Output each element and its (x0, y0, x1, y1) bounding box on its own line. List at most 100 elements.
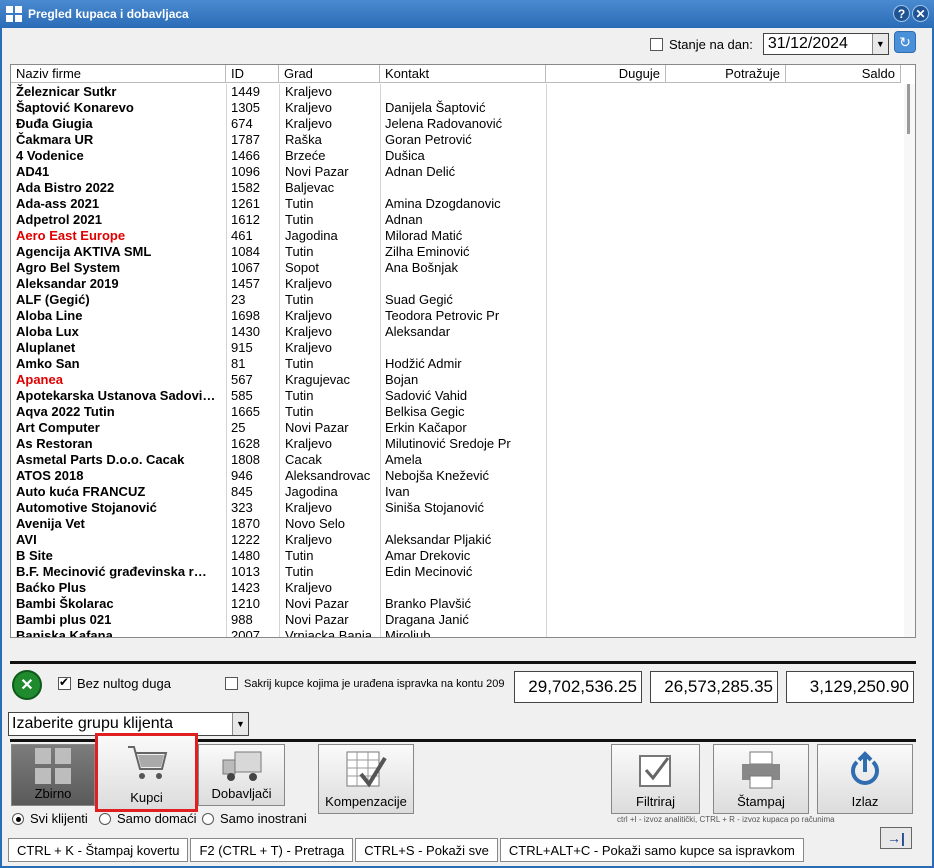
checkbox-filter-icon (636, 745, 676, 794)
table-row[interactable]: Aleksandar 2019 1457 Kraljevo (11, 276, 904, 292)
table-row[interactable]: Asmetal Parts D.o.o. Cacak 1808 Cacak Amela (11, 452, 904, 468)
table-row[interactable]: B Site 1480 Tutin Amar Drekovic (11, 548, 904, 564)
col-header-potrazuje[interactable]: Potražuje (666, 65, 786, 83)
table-row[interactable]: ATOS 2018 946 Aleksandrovac Nebojša Kneževi… (11, 468, 904, 484)
col-header-id[interactable]: ID (226, 65, 279, 83)
table-row[interactable]: Art Computer 25 Novi Pazar Erkin Kačapor (11, 420, 904, 436)
table-row[interactable]: Đuđa Giugia 674 Kraljevo Jelena Radovanović (11, 116, 904, 132)
radio-foreign-dot[interactable] (202, 812, 214, 825)
cell-name: Ada Bistro 2022 (16, 180, 115, 195)
radio-foreign[interactable]: Samo inostrani (202, 811, 307, 826)
table-row[interactable]: Aero East Europe 461 Jagodina Milorad Matić (11, 228, 904, 244)
col-header-city[interactable]: Grad (279, 65, 380, 83)
radio-domestic-dot[interactable] (99, 812, 111, 825)
table-row[interactable]: Amko San 81 Tutin Hodžić Admir (11, 356, 904, 372)
help-button[interactable]: ? (893, 5, 910, 22)
cell-contact: Belkisa Gegic (385, 404, 465, 419)
clients-grid[interactable]: Naziv firme ID Grad Kontakt Duguje Potra… (10, 64, 916, 638)
refresh-button[interactable]: ↻ (894, 31, 916, 53)
cell-id: 1067 (231, 260, 260, 275)
table-row[interactable]: B.F. Mecinović građevinska r… 1013 Tutin Ed… (11, 564, 904, 580)
cell-city: Kraljevo (285, 276, 332, 291)
title-bar: Pregled kupaca i dobavljaca ? ✕ (0, 0, 934, 28)
table-row[interactable]: AVI 1222 Kraljevo Aleksandar Pljakić (11, 532, 904, 548)
grid-body: Železnicar Sutkr 1449 Kraljevo Šaptović Kon… (11, 84, 904, 637)
cell-name: As Restoran (16, 436, 93, 451)
zero-debt-label: Bez nultog duga (77, 676, 171, 691)
table-row[interactable]: Apanea 567 Kragujevac Bojan (11, 372, 904, 388)
table-row[interactable]: Aloba Line 1698 Kraljevo Teodora Petrovic P… (11, 308, 904, 324)
table-row[interactable]: Apotekarska Ustanova Sadovi… 585 Tutin Sado… (11, 388, 904, 404)
scrollbar-thumb[interactable] (907, 84, 910, 134)
table-row[interactable]: Železnicar Sutkr 1449 Kraljevo (11, 84, 904, 100)
filtriraj-button[interactable]: Filtriraj (611, 744, 700, 814)
table-row[interactable]: Ada-ass 2021 1261 Tutin Amina Dzogdanovic (11, 196, 904, 212)
table-row[interactable]: Automotive Stojanović 323 Kraljevo Siniša S… (11, 500, 904, 516)
exit-arrow-button[interactable]: →| (880, 827, 912, 849)
table-row[interactable]: Čakmara UR 1787 Raška Goran Petrović (11, 132, 904, 148)
cell-city: Novi Pazar (285, 420, 349, 435)
table-row[interactable]: As Restoran 1628 Kraljevo Milutinović Sredo… (11, 436, 904, 452)
date-picker[interactable]: 31/12/2024 ▼ (762, 33, 889, 55)
zbirno-label: Zbirno (34, 786, 72, 801)
table-row[interactable]: Šaptović Konarevo 1305 Kraljevo Danijela Ša… (11, 100, 904, 116)
cell-name: Aero East Europe (16, 228, 126, 243)
izlaz-label: Izlaz (851, 794, 879, 809)
export-hint: ctrl +I - izvoz analitički, CTRL + R - i… (617, 815, 835, 824)
table-row[interactable]: Baćko Plus 1423 Kraljevo (11, 580, 904, 596)
excel-export-icon[interactable]: ✕ (12, 670, 42, 700)
dobavljaci-button[interactable]: Dobavljači (198, 744, 285, 806)
table-row[interactable]: Bambi plus 021 988 Novi Pazar Dragana Janić (11, 612, 904, 628)
table-row[interactable]: Aloba Lux 1430 Kraljevo Aleksandar (11, 324, 904, 340)
radio-domestic[interactable]: Samo domaći (99, 811, 196, 826)
zbirno-button[interactable]: Zbirno (11, 744, 95, 806)
zero-debt-checkbox[interactable] (58, 675, 71, 690)
table-row[interactable]: Bambi Školarac 1210 Novi Pazar Branko Plavš… (11, 596, 904, 612)
table-row[interactable]: Adpetrol 2021 1612 Tutin Adnan (11, 212, 904, 228)
col-header-contact[interactable]: Kontakt (380, 65, 546, 83)
cell-contact (385, 180, 545, 196)
table-row[interactable]: 4 Vodenice 1466 Brzeće Dušica (11, 148, 904, 164)
table-row[interactable]: Aqva 2022 Tutin 1665 Tutin Belkisa Gegic (11, 404, 904, 420)
cell-city: Vrnjacka Banja (285, 628, 372, 637)
cell-contact: Milutinović Sredoje Pr (385, 436, 511, 451)
cell-contact: Sadović Vahid (385, 388, 468, 403)
date-filter-checkbox[interactable] (650, 37, 663, 51)
status-search: F2 (CTRL + T) - Pretraga (190, 838, 354, 862)
delivery-truck-icon (219, 745, 265, 786)
table-row[interactable]: Ada Bistro 2022 1582 Baljevac (11, 180, 904, 196)
table-row[interactable]: ALF (Gegić) 23 Tutin Suad Gegić (11, 292, 904, 308)
col-header-duguje[interactable]: Duguje (546, 65, 666, 83)
hide-corrected-checkbox[interactable] (225, 677, 238, 690)
vertical-scrollbar[interactable] (904, 84, 915, 637)
radio-all-clients[interactable]: Svi klijenti (12, 811, 88, 826)
hide-corrected-option[interactable]: Sakrij kupce kojima je urađena ispravka … (225, 677, 504, 690)
table-row[interactable]: Agro Bel System 1067 Sopot Ana Bošnjak (11, 260, 904, 276)
table-row[interactable]: Aluplanet 915 Kraljevo (11, 340, 904, 356)
cell-city: Kraljevo (285, 340, 332, 355)
close-button[interactable]: ✕ (912, 5, 929, 22)
table-row[interactable]: Avenija Vet 1870 Novo Selo (11, 516, 904, 532)
kompenzacije-button[interactable]: Kompenzacije (318, 744, 414, 814)
table-row[interactable]: Agencija AKTIVA SML 1084 Tutin Zilha Eminov… (11, 244, 904, 260)
izlaz-button[interactable]: Izlaz (817, 744, 913, 814)
hide-corrected-label: Sakrij kupce kojima je urađena ispravka … (244, 677, 505, 690)
chevron-down-icon[interactable]: ▼ (232, 713, 248, 735)
table-row[interactable]: Auto kuća FRANCUZ 845 Jagodina Ivan (11, 484, 904, 500)
cell-id: 1449 (231, 84, 260, 99)
cell-id: 1096 (231, 164, 260, 179)
radio-all-clients-dot[interactable] (12, 812, 24, 825)
cell-name: Amko San (16, 356, 80, 371)
col-header-name[interactable]: Naziv firme (11, 65, 226, 83)
zero-debt-option[interactable]: Bez nultog duga (58, 675, 171, 691)
kupci-button[interactable]: Kupci (95, 733, 198, 812)
table-row[interactable]: AD41 1096 Novi Pazar Adnan Delić (11, 164, 904, 180)
client-group-select[interactable]: Izaberite grupu klijenta ▼ (8, 712, 249, 736)
stampaj-button[interactable]: Štampaj (713, 744, 809, 814)
chevron-down-icon[interactable]: ▼ (871, 34, 888, 54)
cell-city: Tutin (285, 292, 314, 307)
cell-city: Baljevac (285, 180, 335, 195)
table-row[interactable]: Banjska Kafana 2007 Vrnjacka Banja Miroljub (11, 628, 904, 637)
col-header-saldo[interactable]: Saldo (786, 65, 901, 83)
arrow-exit-icon: →| (887, 830, 905, 846)
